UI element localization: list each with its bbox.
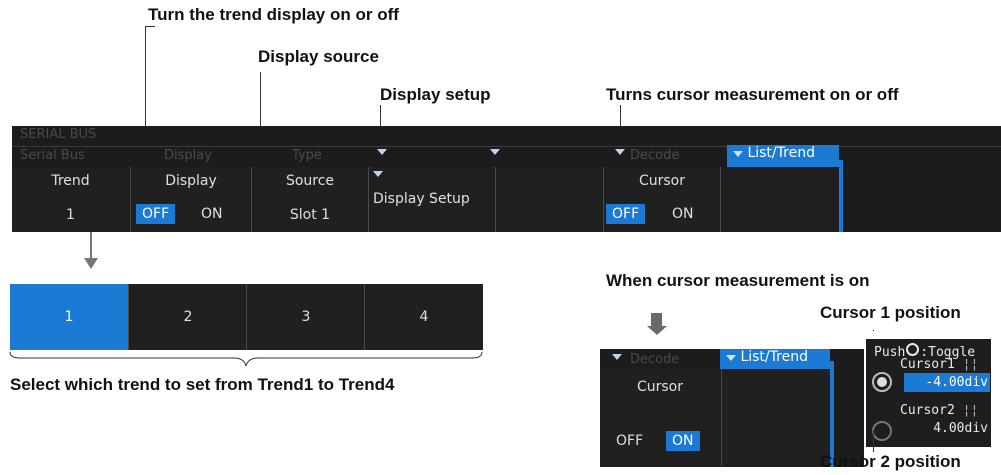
cursor2-radio-icon[interactable] [872, 421, 892, 441]
dropdown-arrow-icon [373, 171, 383, 177]
callout-cursor1-position: Cursor 1 position [820, 303, 961, 322]
trend-option-2[interactable]: 2 [128, 284, 247, 350]
cursor-off-option[interactable]: OFF [606, 204, 646, 224]
trend-value: 1 [66, 207, 75, 223]
trend-option-1[interactable]: 1 [10, 284, 128, 350]
trend-label: Trend [51, 173, 90, 189]
cursor1-label: Cursor1 ¦¦ [900, 357, 978, 372]
source-value: Slot 1 [289, 207, 331, 223]
cursor-on-option[interactable]: ON [666, 431, 700, 451]
empty-softkey [495, 167, 603, 232]
source-softkey[interactable]: Source Slot 1 [251, 167, 368, 232]
cursor-label: Cursor [638, 173, 686, 189]
cursor2-text: Cursor2 [900, 403, 955, 418]
cursor-on-option[interactable]: ON [666, 204, 700, 224]
cursor-softkey[interactable]: Cursor OFF ON [603, 167, 720, 232]
scrollbar[interactable] [839, 160, 843, 232]
trend-select-row: 1 2 3 4 [10, 284, 483, 350]
strip-tab[interactable]: Decode [630, 352, 679, 367]
trend-option-4[interactable]: 4 [364, 284, 483, 350]
cursor-label: Cursor [636, 379, 684, 395]
arrow-shaft [651, 313, 662, 326]
cursor2-label: Cursor2 ¦¦ [900, 403, 978, 418]
leader-line [145, 26, 155, 27]
display-setup-label: Display Setup [373, 191, 470, 207]
trend-option-3[interactable]: 3 [246, 284, 365, 350]
callout-select-trend: Select which trend to set from Trend1 to… [10, 375, 395, 394]
callout-when-cursor-on: When cursor measurement is on [606, 271, 870, 290]
display-softkey[interactable]: Display OFF ON [130, 167, 251, 232]
strip-title: SERIAL BUS [20, 127, 97, 142]
trend-softkey[interactable]: Trend 1 [12, 167, 129, 232]
brace [9, 351, 483, 367]
callout-cursor2-position: Cursor 2 position [820, 452, 961, 471]
cursor-off-option[interactable]: OFF [610, 431, 649, 451]
display-on-option[interactable]: ON [195, 204, 229, 224]
arrow-shaft [90, 232, 92, 260]
cursor2-value: 4.00div [933, 421, 988, 436]
dropdown-arrow-icon [726, 355, 736, 361]
cursor-marker-icon: ¦¦ [962, 403, 979, 418]
cursor-on-panel: Decode List/Trend Cursor OFF ON [600, 349, 864, 467]
down-arrow-icon [84, 258, 98, 269]
dropdown-arrow-icon [615, 149, 625, 155]
menu-panel: SERIAL BUS Serial Bus Display Type Decod… [12, 126, 1001, 232]
display-setup-softkey[interactable]: Display Setup [368, 167, 495, 232]
callout-display-setup: Display setup [380, 85, 491, 104]
dropdown-arrow-icon [733, 151, 743, 157]
tab-list-trend[interactable]: List/Trend [727, 145, 839, 167]
cursor1-text: Cursor1 [900, 357, 955, 372]
callout-cursor-onoff: Turns cursor measurement on or off [606, 85, 899, 104]
dropdown-arrow-icon [612, 354, 622, 360]
display-label: Display [165, 173, 217, 189]
strip-tab[interactable]: Type [292, 148, 322, 163]
strip-tab[interactable]: Serial Bus [20, 148, 85, 163]
empty-softkey [720, 167, 839, 232]
down-arrow-icon [647, 326, 667, 335]
cursor-marker-icon: ¦¦ [962, 357, 979, 372]
cursor1-radio-icon[interactable] [872, 372, 892, 392]
knob-icon [906, 343, 920, 356]
leader-line [873, 330, 874, 331]
source-label: Source [285, 173, 335, 189]
tab-label: List/Trend [740, 349, 808, 365]
dropdown-arrow-icon [377, 149, 387, 155]
display-off-option[interactable]: OFF [136, 204, 176, 224]
cursor-readout[interactable]: Push:Toggle Cursor1 ¦¦ -4.00div Cursor2 … [866, 339, 991, 447]
leader-line [873, 430, 874, 452]
cursor1-value: -4.00div [904, 373, 990, 392]
empty-softkey [721, 369, 830, 467]
tab-label: List/Trend [747, 145, 815, 161]
tab-list-trend[interactable]: List/Trend [720, 349, 830, 369]
strip-tab[interactable]: Display [164, 148, 212, 163]
callout-display-source: Display source [258, 47, 379, 66]
callout-trend-onoff: Turn the trend display on or off [148, 5, 399, 24]
cursor-softkey[interactable]: Cursor OFF ON [600, 369, 720, 467]
dropdown-arrow-icon [490, 149, 500, 155]
strip-tab[interactable]: Decode [630, 148, 679, 163]
divider [12, 146, 1001, 147]
